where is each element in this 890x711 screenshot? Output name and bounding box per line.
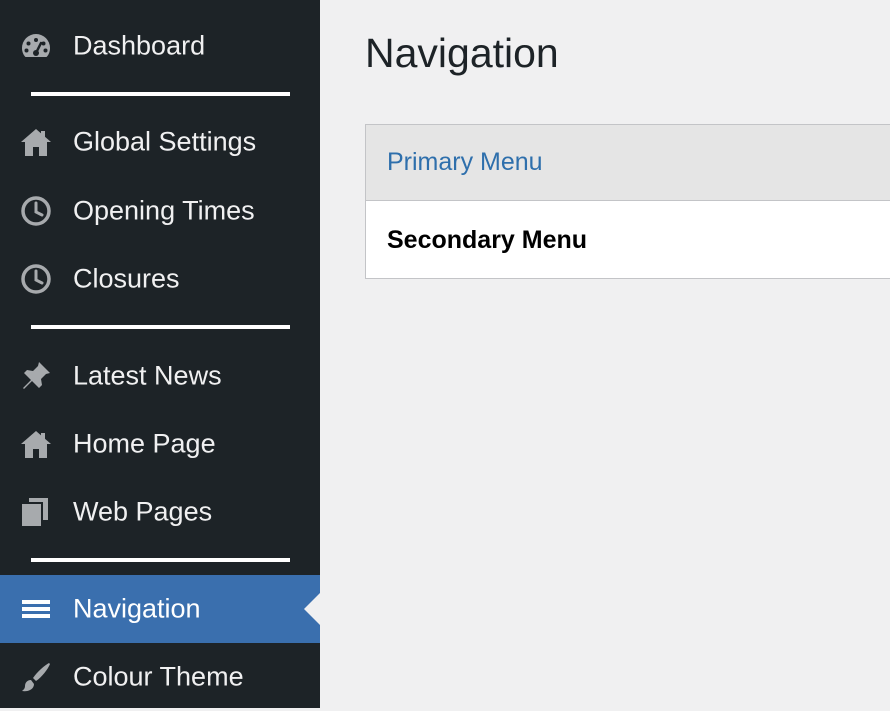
sidebar-divider [31, 92, 290, 96]
clock-icon [19, 262, 53, 296]
menu-item-secondary[interactable]: Secondary Menu [366, 202, 890, 278]
clock-icon [19, 194, 53, 228]
sidebar-item-closures[interactable]: Closures [0, 245, 320, 313]
sidebar-item-latest-news[interactable]: Latest News [0, 342, 320, 410]
sidebar-item-label: Opening Times [73, 195, 255, 226]
sidebar-item-label: Web Pages [73, 496, 213, 527]
sidebar-item-colour-theme[interactable]: Colour Theme [0, 643, 320, 711]
sidebar-item-label: Dashboard [73, 30, 206, 61]
home-icon [19, 125, 53, 159]
sidebar-item-global-settings[interactable]: Global Settings [0, 108, 320, 176]
home-icon [19, 427, 53, 461]
sidebar-item-label: Home Page [73, 428, 216, 459]
pages-icon [19, 495, 53, 529]
menu-icon [19, 592, 53, 626]
menu-item-primary[interactable]: Primary Menu [366, 125, 890, 201]
sidebar-item-label: Navigation [73, 593, 201, 624]
sidebar-item-home-page[interactable]: Home Page [0, 410, 320, 478]
sidebar-item-label: Colour Theme [73, 661, 244, 692]
sidebar-divider [31, 325, 290, 329]
dashboard-gauge-icon [19, 29, 53, 63]
admin-sidebar: Dashboard Global Settings Opening Times [0, 0, 320, 708]
sidebar-divider [31, 558, 290, 562]
page-title: Navigation [365, 30, 559, 76]
sidebar-item-label: Global Settings [73, 126, 257, 157]
sidebar-item-opening-times[interactable]: Opening Times [0, 177, 320, 245]
pushpin-icon [19, 359, 53, 393]
menu-list: Primary Menu Secondary Menu [365, 124, 890, 279]
paintbrush-icon [19, 660, 53, 694]
sidebar-item-dashboard[interactable]: Dashboard [0, 12, 320, 80]
sidebar-item-label: Latest News [73, 360, 222, 391]
sidebar-item-web-pages[interactable]: Web Pages [0, 478, 320, 546]
sidebar-item-label: Closures [73, 263, 180, 294]
sidebar-item-navigation[interactable]: Navigation [0, 575, 320, 643]
active-item-caret [304, 593, 320, 625]
